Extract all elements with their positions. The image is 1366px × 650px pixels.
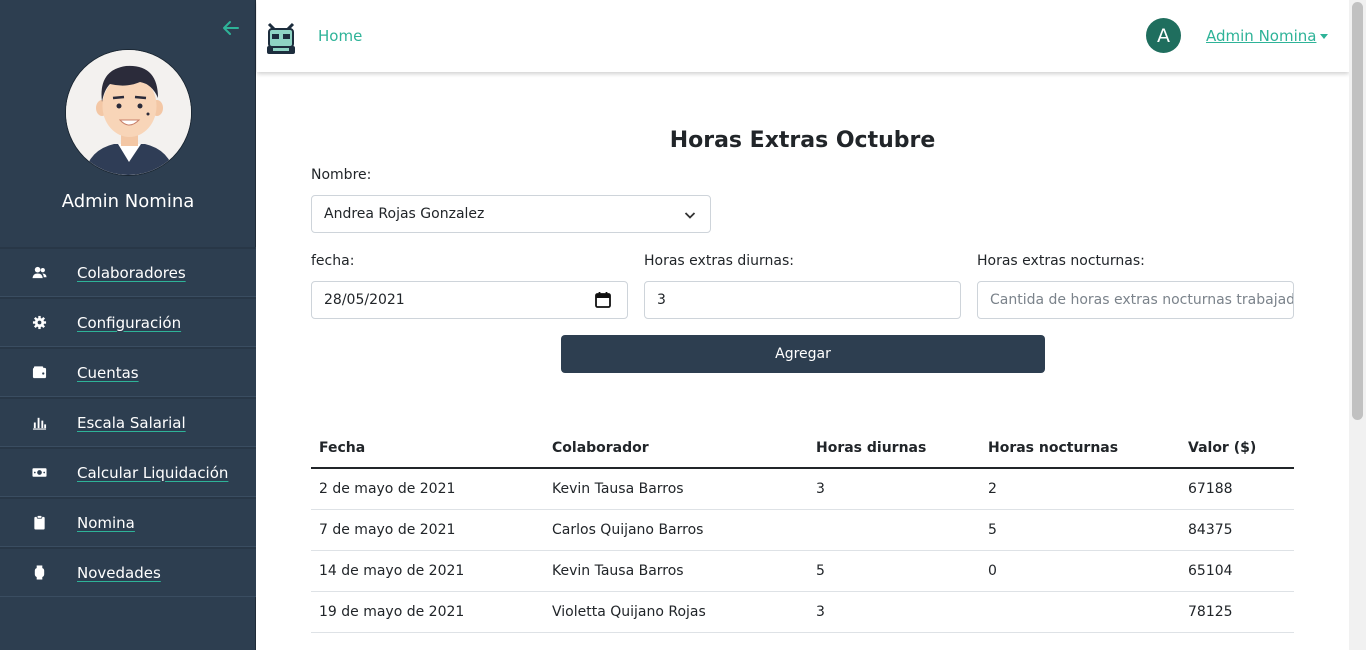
cell-horas-nocturnas: 5 — [988, 522, 997, 538]
home-link[interactable]: Home — [318, 27, 362, 45]
cell-colaborador: Kevin Tausa Barros — [552, 563, 684, 579]
profile-avatar — [65, 49, 192, 176]
user-menu-dropdown[interactable]: Admin Nomina — [1206, 27, 1329, 45]
watch-icon — [31, 565, 47, 581]
header-valor: Valor ($) — [1188, 440, 1257, 456]
table-header: Fecha Colaborador Horas diurnas Horas no… — [311, 428, 1294, 469]
sidebar-item-label: Colaboradores — [77, 263, 186, 282]
top-navbar: Home A Admin Nomina — [257, 0, 1349, 72]
cell-horas-diurnas: 3 — [816, 481, 825, 497]
sidebar-item-novedades[interactable]: Novedades — [0, 547, 256, 597]
clipboard-icon — [31, 515, 47, 531]
page-title: Horas Extras Octubre — [669, 128, 936, 153]
fecha-label: fecha: — [311, 253, 355, 269]
cell-horas-nocturnas: 0 — [988, 563, 997, 579]
sidebar-user-name: Admin Nomina — [61, 191, 195, 212]
cell-valor: 84375 — [1188, 522, 1233, 538]
calendar-icon[interactable] — [594, 291, 612, 309]
cell-horas-diurnas: 5 — [816, 563, 825, 579]
cell-valor: 78125 — [1188, 604, 1233, 620]
sidebar-item-calcular-liquidacion[interactable]: Calcular Liquidación — [0, 447, 256, 497]
cell-fecha: 7 de mayo de 2021 — [319, 522, 456, 538]
sidebar-item-configuracion[interactable]: Configuración — [0, 297, 256, 347]
nocturnas-placeholder: Cantida de horas extras nocturnas trabaj… — [990, 292, 1294, 308]
sidebar: Admin Nomina Colaboradores Configuración… — [0, 0, 256, 650]
caret-down-icon — [1320, 34, 1329, 39]
diurnas-input[interactable]: 3 — [644, 281, 961, 319]
fecha-value: 28/05/2021 — [324, 292, 405, 308]
header-horas-nocturnas: Horas nocturnas — [988, 440, 1119, 456]
sidebar-item-label: Nomina — [77, 513, 135, 532]
scrollbar-thumb[interactable] — [1352, 2, 1363, 420]
horas-extras-table: Fecha Colaborador Horas diurnas Horas no… — [311, 428, 1294, 633]
sidebar-item-label: Novedades — [77, 563, 161, 582]
nocturnas-label: Horas extras nocturnas: — [977, 253, 1145, 269]
sidebar-item-escala-salarial[interactable]: Escala Salarial — [0, 397, 256, 447]
header-horas-diurnas: Horas diurnas — [816, 440, 927, 456]
table-row: 19 de mayo de 2021 Violetta Quijano Roja… — [311, 592, 1294, 633]
cell-colaborador: Carlos Quijano Barros — [552, 522, 704, 538]
user-menu-label: Admin Nomina — [1206, 27, 1317, 45]
nombre-label: Nombre: — [311, 167, 372, 183]
fecha-date-input[interactable]: 28/05/2021 — [311, 281, 628, 319]
nombre-select-value: Andrea Rojas Gonzalez — [324, 206, 485, 222]
cell-valor: 65104 — [1188, 563, 1233, 579]
cell-colaborador: Violetta Quijano Rojas — [552, 604, 706, 620]
sidebar-item-label: Calcular Liquidación — [77, 463, 229, 482]
diurnas-value: 3 — [657, 292, 666, 308]
cell-valor: 67188 — [1188, 481, 1233, 497]
table-row: 7 de mayo de 2021 Carlos Quijano Barros … — [311, 510, 1294, 551]
table-row: 2 de mayo de 2021 Kevin Tausa Barros 3 2… — [311, 469, 1294, 510]
arrow-left-icon[interactable] — [221, 18, 241, 38]
gear-icon — [31, 315, 47, 331]
nocturnas-input[interactable]: Cantida de horas extras nocturnas trabaj… — [977, 281, 1294, 319]
header-colaborador: Colaborador — [552, 440, 649, 456]
sidebar-item-cuentas[interactable]: Cuentas — [0, 347, 256, 397]
money-bill-icon — [31, 465, 47, 481]
page-scrollbar[interactable] — [1349, 0, 1366, 650]
cell-fecha: 19 de mayo de 2021 — [319, 604, 465, 620]
sidebar-item-label: Configuración — [77, 313, 182, 332]
sidebar-nav: Colaboradores Configuración Cuentas Esca… — [0, 247, 256, 597]
wallet-icon — [31, 365, 47, 381]
table-row: 14 de mayo de 2021 Kevin Tausa Barros 5 … — [311, 551, 1294, 592]
sidebar-item-label: Cuentas — [77, 363, 139, 382]
cell-fecha: 2 de mayo de 2021 — [319, 481, 456, 497]
sidebar-item-colaboradores[interactable]: Colaboradores — [0, 247, 256, 297]
cell-colaborador: Kevin Tausa Barros — [552, 481, 684, 497]
agregar-button[interactable]: Agregar — [561, 335, 1045, 373]
chevron-down-icon — [684, 209, 696, 221]
sidebar-item-label: Escala Salarial — [77, 413, 186, 432]
nombre-select[interactable]: Andrea Rojas Gonzalez — [311, 195, 711, 233]
sidebar-item-nomina[interactable]: Nomina — [0, 497, 256, 547]
diurnas-label: Horas extras diurnas: — [644, 253, 795, 269]
cell-horas-nocturnas: 2 — [988, 481, 997, 497]
brand-logo-icon[interactable] — [265, 20, 297, 58]
user-avatar[interactable]: A — [1146, 18, 1181, 53]
cell-fecha: 14 de mayo de 2021 — [319, 563, 465, 579]
bar-chart-icon — [31, 415, 47, 431]
header-fecha: Fecha — [319, 440, 366, 456]
cell-horas-diurnas: 3 — [816, 604, 825, 620]
users-icon — [31, 265, 47, 281]
